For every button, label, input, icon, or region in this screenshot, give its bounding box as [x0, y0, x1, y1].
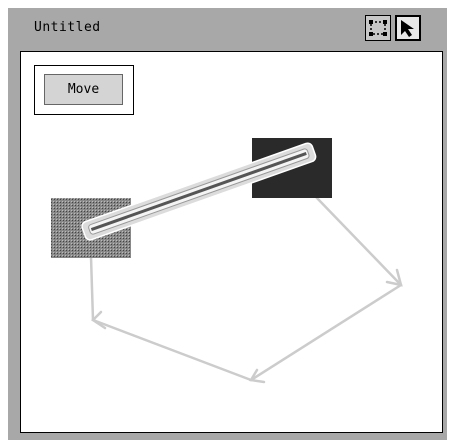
select-tool-button[interactable] — [365, 15, 391, 41]
drawing-canvas[interactable]: Move — [20, 51, 443, 433]
arrowhead-left — [91, 310, 107, 330]
edge-left-to-hatched — [89, 255, 95, 322]
edge-right-to-bottom — [249, 283, 403, 382]
pointer-arrow-icon — [401, 20, 414, 37]
edge-lines — [89, 195, 403, 382]
graph-drawing — [51, 138, 403, 384]
title-bar: Untitled — [8, 8, 447, 46]
editor-window: Untitled Move — [8, 8, 447, 440]
edge-arrowheads — [91, 268, 403, 384]
edge-dark-to-right — [314, 195, 403, 287]
pointer-tool-button[interactable] — [395, 15, 421, 41]
window-title: Untitled — [34, 20, 101, 35]
selection-rectangle-icon — [369, 20, 387, 36]
edge-bottom-to-left — [91, 318, 253, 382]
